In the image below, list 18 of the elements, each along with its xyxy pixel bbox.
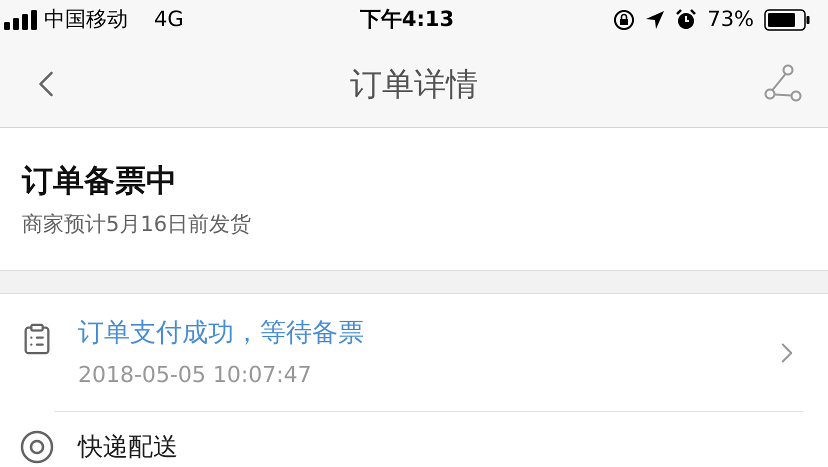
battery-icon — [764, 9, 810, 31]
clock: 下午4:13 — [360, 6, 454, 34]
log-title: 订单支付成功，等待备票 — [78, 316, 365, 350]
network-type: 4G — [154, 6, 184, 34]
page-title: 订单详情 — [349, 64, 479, 104]
shipping-estimate: 商家预计5月16日前发货 — [22, 210, 252, 238]
target-icon — [20, 430, 54, 464]
order-log-row[interactable]: 订单支付成功，等待备票 2018-05-05 10:07:47 — [0, 294, 828, 412]
battery-percent: 73% — [707, 6, 754, 34]
delivery-label: 快递配送 — [78, 432, 178, 462]
order-status-title: 订单备票中 — [22, 162, 178, 201]
share-icon — [762, 64, 802, 104]
location-arrow-icon — [645, 10, 666, 30]
log-time: 2018-05-05 10:07:47 — [78, 362, 313, 390]
carrier-name: 中国移动 — [44, 6, 128, 34]
alarm-icon — [675, 9, 698, 31]
signal-icon — [4, 10, 38, 30]
rotation-lock-icon — [613, 9, 636, 31]
